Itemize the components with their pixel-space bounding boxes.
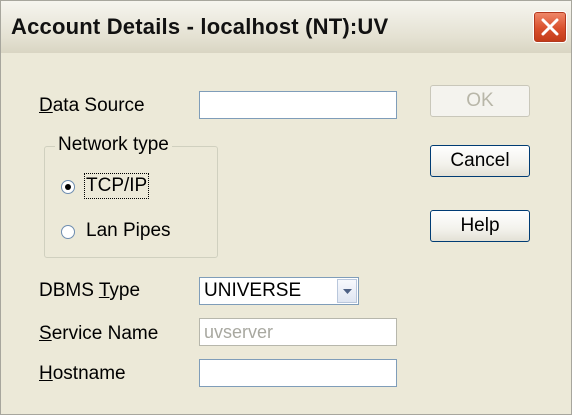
radio-selected-dot [65, 184, 71, 190]
hostname-input[interactable] [199, 359, 397, 387]
service-name-input: uvserver [199, 318, 397, 346]
ok-button[interactable]: OK [430, 85, 530, 117]
radio-label-tcp-ip[interactable]: TCP/IP [83, 173, 150, 199]
title-bar: Account Details - localhost (NT):UV [1, 1, 571, 53]
help-button[interactable]: Help [430, 210, 530, 242]
dbms-type-dropdown-button[interactable] [337, 279, 357, 303]
hostname-label: Hostname [39, 363, 126, 384]
dbms-type-value: UNIVERSE [204, 280, 302, 301]
radio-tcp-ip[interactable] [61, 180, 75, 194]
close-button[interactable] [533, 11, 567, 43]
radio-lan-pipes[interactable] [61, 225, 75, 239]
network-type-legend: Network type [55, 134, 172, 156]
account-details-dialog: Account Details - localhost (NT):UV Data… [0, 0, 572, 415]
data-source-input[interactable] [199, 91, 397, 119]
dbms-type-select[interactable]: UNIVERSE [199, 277, 359, 305]
cancel-button[interactable]: Cancel [430, 145, 530, 177]
service-name-label: Service Name [39, 323, 159, 344]
dbms-type-label: DBMS Type [39, 280, 141, 301]
window-title: Account Details - localhost (NT):UV [11, 14, 389, 39]
close-icon [541, 18, 559, 36]
data-source-label: Data Source [39, 95, 145, 116]
chevron-down-icon [343, 289, 352, 294]
radio-label-lan-pipes[interactable]: Lan Pipes [86, 220, 171, 242]
